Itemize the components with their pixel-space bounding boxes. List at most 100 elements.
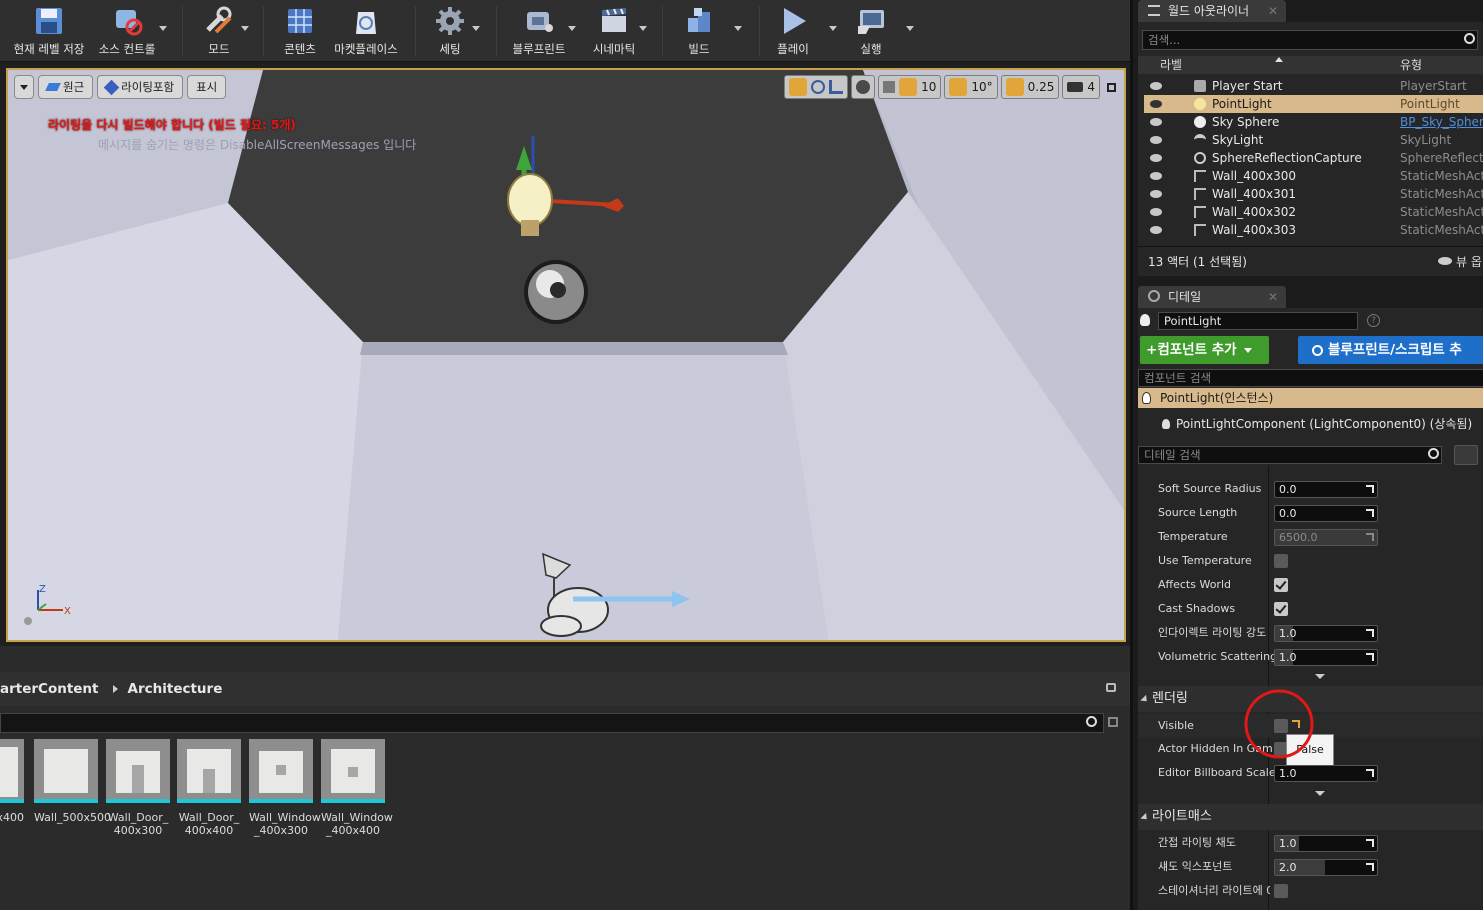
modes-button[interactable]: 모드 [194, 0, 244, 62]
toolbar-separator [415, 6, 416, 56]
tab-world-outliner[interactable]: 월드 아웃라이너 ✕ [1138, 0, 1286, 22]
asset-tile[interactable]: Wall_Door_ 400x400 [177, 739, 241, 837]
visibility-eye-icon[interactable] [1150, 190, 1162, 198]
marketplace-button[interactable]: 마켓플레이스 [330, 0, 402, 62]
affects-world-checkbox[interactable] [1274, 578, 1288, 592]
outliner-row[interactable]: Wall_400x302StaticMeshActor [1144, 203, 1483, 221]
column-type[interactable]: 유형 [1400, 56, 1422, 74]
detail-search-input[interactable]: 디테일 검색 [1138, 446, 1442, 464]
build-button[interactable]: 빌드 [674, 0, 724, 62]
cinematics-dropdown-icon[interactable] [639, 26, 647, 31]
asset-tile[interactable]: 0x400 [0, 739, 24, 824]
scale-icon[interactable] [829, 80, 844, 94]
component-instance-row[interactable]: PointLight(인스턴스) [1138, 388, 1483, 408]
outliner-row[interactable]: Wall_400x303StaticMeshActor [1144, 221, 1483, 239]
blueprints-button[interactable]: 블루프린트 [506, 0, 572, 62]
asset-tile[interactable]: Wall_Door_ 400x300 [106, 739, 170, 837]
modes-dropdown-icon[interactable] [241, 26, 249, 31]
indirect-intensity-field[interactable]: 1.0 [1274, 625, 1378, 642]
source-length-field[interactable]: 0.0 [1274, 505, 1378, 522]
outliner-row[interactable]: SphereReflectionCaptureSphereReflection [1144, 149, 1483, 167]
indirect-saturation-field[interactable]: 1.0 [1274, 835, 1378, 852]
asset-tile[interactable]: Wall_Window _400x300 [249, 739, 321, 837]
settings-dropdown-icon[interactable] [472, 26, 480, 31]
viewport-options-button[interactable] [14, 75, 34, 99]
static-mesh-icon [1194, 188, 1206, 200]
asset-tile[interactable]: Wall_500x500 [34, 739, 111, 824]
play-icon [784, 8, 806, 34]
lock-icon[interactable] [1106, 683, 1116, 692]
source-control-dropdown-icon[interactable] [159, 26, 167, 31]
visibility-eye-icon[interactable] [1150, 118, 1162, 126]
outliner-row[interactable]: Wall_400x300StaticMeshActor [1144, 167, 1483, 185]
launch-dropdown-icon[interactable] [906, 26, 914, 31]
blueprint-icon [527, 12, 553, 32]
stationary-light-checkbox[interactable] [1274, 884, 1288, 898]
scale-snap-control[interactable]: 0.25 [1000, 75, 1060, 99]
asset-tile[interactable]: Wall_Window _400x400 [321, 739, 393, 837]
outliner-row-selected[interactable]: PointLight PointLight [1144, 95, 1483, 113]
eye-icon [1438, 257, 1452, 265]
billboard-scale-field[interactable]: 1.0 [1274, 765, 1378, 782]
soft-source-radius-field[interactable]: 0.0 [1274, 481, 1378, 498]
content-button[interactable]: 콘텐츠 [274, 0, 326, 62]
use-temperature-checkbox[interactable] [1274, 554, 1288, 568]
view-mode-lit-button[interactable]: 라이팅포함 [97, 75, 184, 99]
outliner-row[interactable]: Wall_400x301StaticMeshActor [1144, 185, 1483, 203]
outliner-row[interactable]: SkyLight SkyLight [1144, 131, 1483, 149]
blueprint-script-button[interactable]: 블루프린트/스크립트 추 [1298, 336, 1483, 364]
camera-speed-control[interactable]: 4 [1062, 75, 1100, 99]
actor-name-input[interactable]: PointLight [1158, 312, 1358, 330]
visibility-eye-icon[interactable] [1150, 100, 1162, 108]
launch-button[interactable]: 실행 [844, 0, 898, 62]
build-dropdown-icon[interactable] [734, 26, 742, 31]
translate-icon[interactable] [789, 78, 808, 96]
section-lightmass[interactable]: 라이트매스 [1138, 804, 1483, 830]
breadcrumb-leaf[interactable]: Architecture [128, 681, 223, 697]
component-tree-item[interactable]: PointLightComponent (LightComponent0) (상… [1138, 414, 1483, 434]
help-icon[interactable]: ? [1367, 314, 1380, 327]
gear-icon [436, 7, 464, 35]
shadow-exponent-field[interactable]: 2.0 [1274, 859, 1378, 876]
visibility-eye-icon[interactable] [1150, 136, 1162, 144]
cast-shadows-checkbox[interactable] [1274, 602, 1288, 616]
outliner-row[interactable]: Sky Sphere BP_Sky_Sphere [1144, 113, 1483, 131]
tab-details[interactable]: 디테일 ✕ [1138, 286, 1286, 308]
level-viewport[interactable]: 원근 라이팅포함 표시 10 10° 0.25 4 라이팅을 다시 빌드해야 합… [6, 68, 1126, 642]
grid-snap-control[interactable]: 10 [878, 75, 942, 99]
rotation-snap-control[interactable]: 10° [944, 75, 998, 99]
volumetric-scattering-field[interactable]: 1.0 [1274, 649, 1378, 666]
play-button[interactable]: 플레이 [768, 0, 818, 62]
save-search-icon[interactable] [1108, 717, 1118, 727]
save-level-button[interactable]: 현재 레벨 저장 [10, 0, 88, 62]
property-matrix-icon[interactable] [1454, 445, 1478, 465]
visibility-eye-icon[interactable] [1150, 208, 1162, 216]
perspective-button[interactable]: 원근 [38, 75, 94, 99]
show-flags-button[interactable]: 표시 [187, 75, 227, 99]
view-options-button[interactable]: 뷰 옵 [1456, 253, 1482, 270]
breadcrumb-root[interactable]: arterContent [0, 681, 99, 697]
settings-button[interactable]: 세팅 [424, 0, 476, 62]
expand-advanced-icon[interactable] [1315, 791, 1325, 796]
visibility-eye-icon[interactable] [1150, 154, 1162, 162]
visibility-eye-icon[interactable] [1150, 82, 1162, 90]
visibility-eye-icon[interactable] [1150, 226, 1162, 234]
maximize-viewport-icon[interactable] [1107, 82, 1116, 92]
expand-advanced-icon[interactable] [1315, 674, 1325, 679]
visibility-eye-icon[interactable] [1150, 172, 1162, 180]
world-local-toggle[interactable] [851, 75, 876, 99]
prop-indirect-intensity: 인다이렉트 라이팅 강도 [1158, 626, 1267, 639]
column-label[interactable]: 라벨 [1160, 56, 1182, 74]
source-control-button[interactable]: 소스 컨트롤 [92, 0, 162, 62]
outliner-row[interactable]: Player Start PlayerStart [1144, 77, 1483, 95]
cinematics-button[interactable]: 시네마틱 [588, 0, 640, 62]
blueprints-dropdown-icon[interactable] [568, 26, 576, 31]
component-search-input[interactable]: 컴포넌트 검색 [1138, 369, 1483, 387]
close-tab-icon[interactable]: ✕ [1268, 286, 1278, 308]
asset-search-input[interactable] [0, 713, 1104, 733]
add-component-button[interactable]: +컴포넌트 추가 [1140, 336, 1269, 364]
outliner-search-input[interactable]: 검색... [1142, 30, 1478, 50]
play-dropdown-icon[interactable] [829, 26, 837, 31]
close-tab-icon[interactable]: ✕ [1268, 0, 1278, 22]
rotate-icon[interactable] [811, 80, 826, 94]
